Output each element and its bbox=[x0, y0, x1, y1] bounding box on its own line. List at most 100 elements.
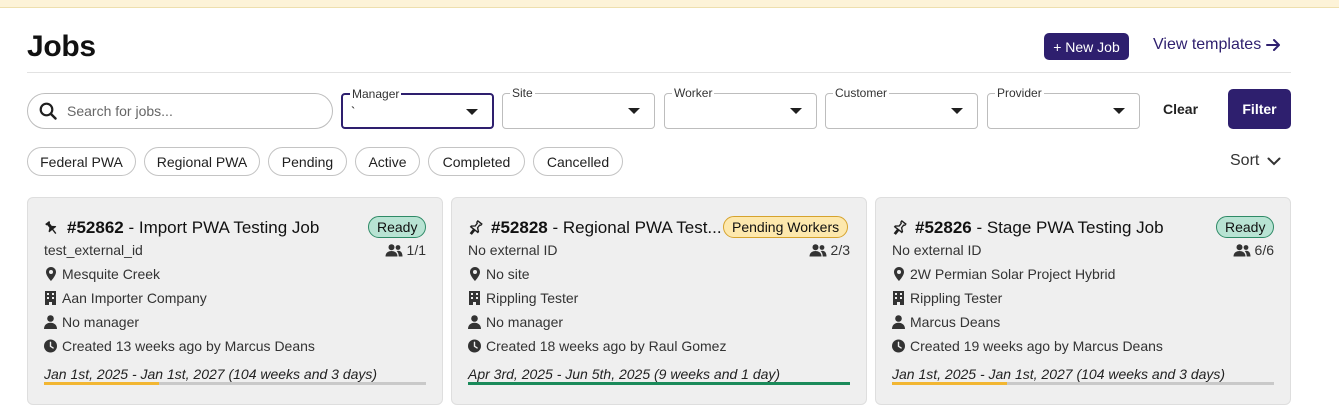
chip-federal-pwa[interactable]: Federal PWA bbox=[27, 147, 136, 176]
map-pin-icon bbox=[45, 267, 56, 281]
user-icon bbox=[44, 315, 57, 329]
progress-fill bbox=[468, 382, 850, 385]
manager-label: Manager bbox=[350, 87, 402, 101]
job-site: Mesquite Creek bbox=[44, 266, 160, 282]
building-icon bbox=[45, 291, 56, 305]
job-number: #52828 bbox=[491, 218, 548, 237]
progress-bar bbox=[468, 382, 850, 385]
company-name: Rippling Tester bbox=[910, 290, 1003, 306]
created-text: Created 19 weeks ago by Marcus Deans bbox=[910, 338, 1163, 354]
job-title: #52862 - Import PWA Testing Job bbox=[44, 218, 319, 238]
date-range: Apr 3rd, 2025 - Jun 5th, 2025 (9 weeks a… bbox=[468, 366, 781, 382]
worker-dropdown[interactable]: Worker bbox=[664, 86, 817, 129]
job-manager: No manager bbox=[44, 314, 139, 330]
clock-icon bbox=[44, 339, 57, 353]
worker-label: Worker bbox=[672, 86, 715, 100]
status-badge: Pending Workers bbox=[723, 216, 849, 238]
site-dropdown[interactable]: Site bbox=[502, 86, 655, 129]
map-pin-icon bbox=[893, 267, 904, 281]
progress-fill bbox=[892, 382, 1007, 385]
sort-button[interactable]: Sort bbox=[1230, 152, 1281, 170]
view-templates-link[interactable]: View templates bbox=[1153, 36, 1281, 54]
job-name: - Regional PWA Test... bbox=[547, 218, 722, 237]
clear-button[interactable]: Clear bbox=[1163, 101, 1198, 117]
view-templates-label: View templates bbox=[1153, 36, 1262, 53]
users-icon bbox=[1233, 243, 1251, 256]
provider-dropdown[interactable]: Provider bbox=[987, 86, 1140, 129]
users-icon bbox=[809, 243, 827, 256]
pin-outline-icon[interactable] bbox=[892, 220, 907, 236]
job-company: Rippling Tester bbox=[468, 290, 578, 306]
job-title: #52828 - Regional PWA Test... bbox=[468, 218, 722, 238]
manager-name: No manager bbox=[486, 314, 564, 330]
header-divider bbox=[27, 72, 1291, 73]
manager-dropdown[interactable]: Manager ` bbox=[341, 87, 494, 129]
job-card[interactable]: #52828 - Regional PWA Test... Pending Wo… bbox=[451, 197, 867, 405]
worker-count-value: 6/6 bbox=[1254, 242, 1274, 258]
chevron-down-icon bbox=[466, 109, 478, 115]
site-name: 2W Permian Solar Project Hybrid bbox=[910, 266, 1116, 282]
chevron-down-icon bbox=[790, 108, 802, 114]
job-created: Created 18 weeks ago by Raul Gomez bbox=[468, 338, 726, 354]
created-text: Created 13 weeks ago by Marcus Deans bbox=[62, 338, 315, 354]
building-icon bbox=[469, 291, 480, 305]
progress-fill bbox=[44, 382, 159, 385]
worker-count-value: 1/1 bbox=[406, 242, 426, 258]
site-name: No site bbox=[486, 266, 530, 282]
worker-count: 6/6 bbox=[1233, 242, 1274, 258]
company-name: Aan Importer Company bbox=[62, 290, 207, 306]
chip-active[interactable]: Active bbox=[355, 147, 420, 176]
date-range: Jan 1st, 2025 - Jan 1st, 2027 (104 weeks… bbox=[44, 366, 378, 382]
chip-regional-pwa[interactable]: Regional PWA bbox=[144, 147, 260, 176]
pin-filled-icon[interactable] bbox=[44, 220, 59, 236]
customer-label: Customer bbox=[833, 86, 890, 100]
job-card[interactable]: #52862 - Import PWA Testing Job Ready te… bbox=[27, 197, 443, 405]
job-number: #52862 bbox=[67, 218, 124, 237]
date-range: Jan 1st, 2025 - Jan 1st, 2027 (104 weeks… bbox=[892, 366, 1226, 382]
job-created: Created 13 weeks ago by Marcus Deans bbox=[44, 338, 315, 354]
worker-count-value: 2/3 bbox=[830, 242, 850, 258]
company-name: Rippling Tester bbox=[486, 290, 579, 306]
chevron-down-icon bbox=[1267, 157, 1281, 165]
announcement-bar bbox=[0, 0, 1339, 8]
manager-name: Marcus Deans bbox=[910, 314, 1001, 330]
search-input[interactable] bbox=[67, 103, 317, 119]
worker-count: 1/1 bbox=[385, 242, 426, 258]
users-icon bbox=[385, 243, 403, 256]
new-job-button[interactable]: + New Job bbox=[1044, 33, 1129, 60]
job-title: #52826 - Stage PWA Testing Job bbox=[892, 218, 1164, 238]
status-badge: Ready bbox=[368, 216, 427, 238]
progress-bar bbox=[892, 382, 1274, 385]
chevron-down-icon bbox=[951, 108, 963, 114]
chip-completed[interactable]: Completed bbox=[428, 147, 525, 176]
external-id: No external ID bbox=[468, 242, 558, 258]
customer-dropdown[interactable]: Customer bbox=[825, 86, 978, 129]
job-card[interactable]: #52826 - Stage PWA Testing Job Ready No … bbox=[875, 197, 1291, 405]
job-site: No site bbox=[468, 266, 530, 282]
filter-button[interactable]: Filter bbox=[1228, 89, 1291, 129]
chip-pending[interactable]: Pending bbox=[268, 147, 347, 176]
page-title: Jobs bbox=[27, 30, 96, 63]
search-icon bbox=[39, 102, 57, 120]
status-badge: Ready bbox=[1216, 216, 1275, 238]
site-name: Mesquite Creek bbox=[62, 266, 161, 282]
external-id: No external ID bbox=[892, 242, 982, 258]
job-site: 2W Permian Solar Project Hybrid bbox=[892, 266, 1115, 282]
clock-icon bbox=[468, 339, 481, 353]
external-id: test_external_id bbox=[44, 242, 143, 258]
pin-outline-icon[interactable] bbox=[468, 220, 483, 236]
job-manager: No manager bbox=[468, 314, 563, 330]
building-icon bbox=[893, 291, 904, 305]
chevron-down-icon bbox=[1113, 108, 1125, 114]
chip-cancelled[interactable]: Cancelled bbox=[533, 147, 623, 176]
job-name: - Stage PWA Testing Job bbox=[971, 218, 1164, 237]
job-company: Rippling Tester bbox=[892, 290, 1002, 306]
site-label: Site bbox=[510, 86, 535, 100]
job-name: - Import PWA Testing Job bbox=[123, 218, 320, 237]
search-box[interactable] bbox=[27, 93, 333, 129]
job-manager: Marcus Deans bbox=[892, 314, 1000, 330]
progress-bar bbox=[44, 382, 426, 385]
arrow-right-icon bbox=[1266, 39, 1281, 51]
manager-name: No manager bbox=[62, 314, 140, 330]
manager-input-value[interactable]: ` bbox=[351, 104, 355, 119]
